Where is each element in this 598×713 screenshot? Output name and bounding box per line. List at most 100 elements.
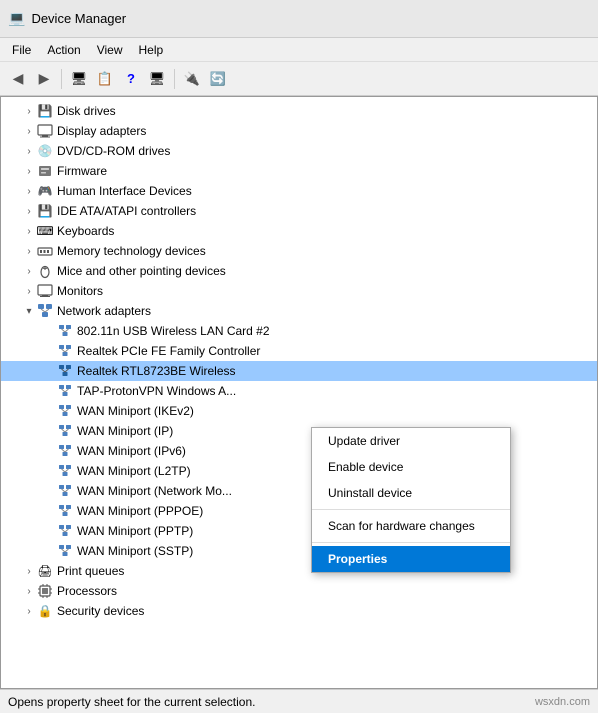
label-security: Security devices [57,604,144,618]
icon-realtek-rtl [57,363,73,379]
arrow-dvd [21,143,37,159]
label-hid: Human Interface Devices [57,184,192,198]
label-realtek-fe: Realtek PCIe FE Family Controller [77,344,260,358]
icon-wan-ikev2 [57,403,73,419]
label-memory: Memory technology devices [57,244,206,258]
label-wlan: 802.11n USB Wireless LAN Card #2 [77,324,270,338]
label-realtek-rtl: Realtek RTL8723BE Wireless [77,364,236,378]
properties-button[interactable]: 📋 [93,67,117,91]
tree-item-dvd[interactable]: 💿 DVD/CD-ROM drives [1,141,597,161]
menu-help[interactable]: Help [131,41,172,59]
label-wan-pppoe: WAN Miniport (PPPOE) [77,504,203,518]
icon-memory [37,243,53,259]
label-wan-ikev2: WAN Miniport (IKEv2) [77,404,194,418]
context-menu-separator-2 [312,542,510,543]
label-wan-ipv6: WAN Miniport (IPv6) [77,444,186,458]
menu-view[interactable]: View [89,41,131,59]
icon-dvd: 💿 [37,143,53,159]
title-bar: 💻 Device Manager [0,0,598,38]
toolbar: ◀ ▶ 🖥 📋 ? 🖥 🔌 🔄 [0,62,598,96]
icon-wan-network [57,483,73,499]
label-dvd: DVD/CD-ROM drives [57,144,170,158]
icon-wlan [57,323,73,339]
icon-wan-ip [57,423,73,439]
display-button[interactable]: 🖥 [145,67,169,91]
label-disk: Disk drives [57,104,116,118]
label-wan-ip: WAN Miniport (IP) [77,424,173,438]
label-keyboard: Keyboards [57,224,114,238]
context-menu-enable[interactable]: Enable device [312,454,510,480]
icon-wan-ipv6 [57,443,73,459]
context-menu-separator-1 [312,509,510,510]
icon-monitors [37,283,53,299]
arrow-mice [21,263,37,279]
icon-wan-l2tp [57,463,73,479]
toolbar-separator-2 [174,69,175,89]
icon-wan-sstp [57,543,73,559]
label-wan-l2tp: WAN Miniport (L2TP) [77,464,191,478]
icon-wan-pptp [57,523,73,539]
back-icon: ◀ [13,70,24,87]
computer-icon: 🖥 [71,71,88,87]
computer-button[interactable]: 🖥 [67,67,91,91]
arrow-hid [21,183,37,199]
tree-item-disk[interactable]: 💾 Disk drives [1,101,597,121]
tree-item-security[interactable]: 🔒 Security devices [1,601,597,621]
label-print: Print queues [57,564,124,578]
status-text: Opens property sheet for the current sel… [8,695,255,709]
tree-item-realtek-rtl[interactable]: Realtek RTL8723BE Wireless [1,361,597,381]
toolbar-separator-1 [61,69,62,89]
main-area: 💾 Disk drives Display adapters 💿 DVD/CD-… [0,96,598,689]
context-menu-uninstall[interactable]: Uninstall device [312,480,510,506]
label-monitors: Monitors [57,284,103,298]
arrow-ide [21,203,37,219]
label-processors: Processors [57,584,117,598]
display-icon: 🖥 [149,71,166,87]
help-button[interactable]: ? [119,67,143,91]
icon-security: 🔒 [37,603,53,619]
context-menu-scan[interactable]: Scan for hardware changes [312,513,510,539]
tree-item-network[interactable]: Network adapters [1,301,597,321]
arrow-display [21,123,37,139]
tree-item-mice[interactable]: Mice and other pointing devices [1,261,597,281]
arrow-keyboard [21,223,37,239]
tree-item-memory[interactable]: Memory technology devices [1,241,597,261]
context-menu-properties[interactable]: Properties [312,546,510,572]
tree-item-monitors[interactable]: Monitors [1,281,597,301]
menu-file[interactable]: File [4,41,39,59]
tree-item-display[interactable]: Display adapters [1,121,597,141]
uninstall-button[interactable]: 🔌 [180,67,204,91]
forward-button[interactable]: ▶ [32,67,56,91]
tree-item-realtek-fe[interactable]: Realtek PCIe FE Family Controller [1,341,597,361]
label-wan-pptp: WAN Miniport (PPTP) [77,524,193,538]
status-brand: wsxdn.com [535,696,590,708]
label-ide: IDE ATA/ATAPI controllers [57,204,196,218]
arrow-security [21,603,37,619]
scan-icon: 🔄 [210,71,226,87]
forward-icon: ▶ [39,70,50,87]
menu-action[interactable]: Action [39,41,88,59]
tree-item-keyboard[interactable]: ⌨ Keyboards [1,221,597,241]
tree-item-tap[interactable]: TAP-ProtonVPN Windows A... [1,381,597,401]
icon-tap [57,383,73,399]
properties-icon: 📋 [97,71,113,87]
context-menu-update[interactable]: Update driver [312,428,510,454]
icon-firmware [37,163,53,179]
arrow-network [21,303,37,319]
help-icon: ? [127,71,135,86]
tree-item-ide[interactable]: 💾 IDE ATA/ATAPI controllers [1,201,597,221]
tree-item-wlan[interactable]: 802.11n USB Wireless LAN Card #2 [1,321,597,341]
icon-realtek-fe [57,343,73,359]
arrow-monitors [21,283,37,299]
tree-item-firmware[interactable]: Firmware [1,161,597,181]
back-button[interactable]: ◀ [6,67,30,91]
tree-item-wan-ikev2[interactable]: WAN Miniport (IKEv2) [1,401,597,421]
scan-button[interactable]: 🔄 [206,67,230,91]
tree-item-hid[interactable]: 🎮 Human Interface Devices [1,181,597,201]
tree-item-processors[interactable]: Processors [1,581,597,601]
label-display: Display adapters [57,124,146,138]
icon-print: 🖨 [37,563,53,579]
arrow-firmware [21,163,37,179]
icon-hid: 🎮 [37,183,53,199]
arrow-print [21,563,37,579]
